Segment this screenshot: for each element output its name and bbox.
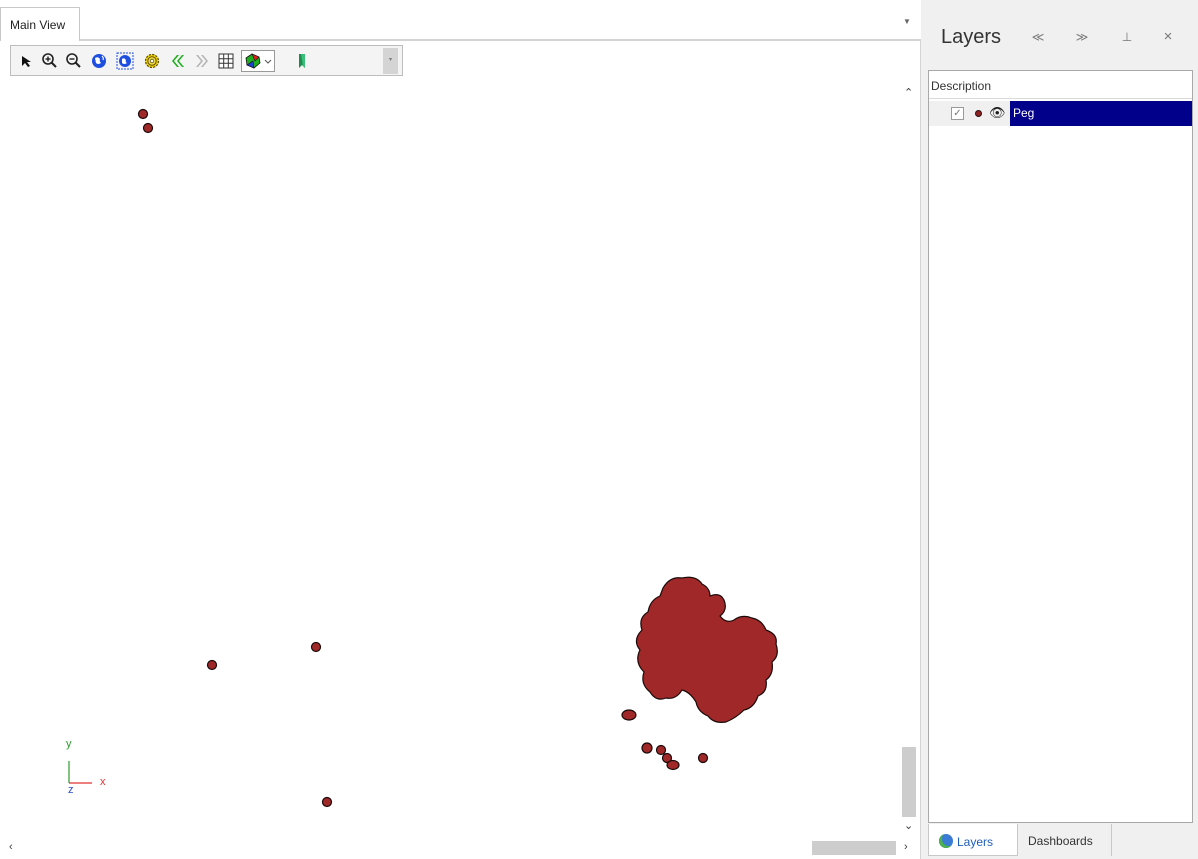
layer-row-controls: ✓ 👁: [929, 101, 1010, 126]
map-point: [697, 752, 709, 764]
map-point: [142, 122, 154, 134]
tab-layers-label: Layers: [957, 835, 994, 849]
palette-dropdown-icon[interactable]: [241, 50, 275, 72]
vertical-scroll-thumb[interactable]: [902, 747, 916, 817]
document-tab-strip: Main View ▼: [0, 0, 921, 41]
map-point: [655, 744, 667, 756]
tab-layers[interactable]: Layers: [928, 824, 1018, 856]
tab-main-view[interactable]: Main View: [0, 7, 80, 41]
axis-x-label: x: [100, 776, 106, 788]
column-header-description[interactable]: Description: [929, 71, 1192, 99]
map-point: [641, 742, 653, 754]
map-point: [666, 759, 680, 771]
map-point: [310, 641, 322, 653]
map-polygon-cluster: [635, 576, 778, 723]
panel-bottom-tabs: Layers Dashboards: [928, 824, 1193, 859]
globe-icon[interactable]: [88, 50, 110, 72]
horizontal-scrollbar[interactable]: ‹ ›: [0, 837, 920, 859]
axis-z-label: z: [68, 784, 74, 796]
layer-name[interactable]: Peg: [1010, 101, 1192, 126]
scroll-up-button[interactable]: ⌃: [904, 86, 913, 99]
zoom-in-icon[interactable]: [39, 50, 61, 72]
zoom-out-icon[interactable]: [63, 50, 85, 72]
map-point: [137, 108, 149, 120]
map-point: [206, 659, 218, 671]
select-arrow-icon[interactable]: [15, 50, 37, 72]
layer-visibility-checkbox[interactable]: ✓: [951, 107, 964, 120]
globe-extent-icon[interactable]: [114, 50, 136, 72]
tab-dashboards[interactable]: Dashboards: [1018, 824, 1112, 856]
panel-title: Layers: [941, 26, 1002, 48]
tab-list-dropdown-icon[interactable]: ▼: [903, 17, 913, 27]
main-view-document: Main View ▼ ▾ y x z ⌃ ⌄ ‹ ›: [0, 0, 921, 859]
close-icon[interactable]: ×: [1159, 28, 1177, 46]
marker-icon[interactable]: [291, 50, 313, 72]
collapse-left-icon[interactable]: ≪: [1029, 30, 1047, 48]
map-canvas[interactable]: y x z: [10, 78, 898, 835]
globe-icon: [939, 834, 953, 848]
app-window: Main View ▼ ▾ y x z ⌃ ⌄ ‹ › Layers ≪ ≫ ⊥…: [0, 0, 1198, 859]
expand-right-icon[interactable]: ≫: [1073, 30, 1091, 48]
map-svg: [68, 108, 778, 808]
axes-indicator: [68, 761, 92, 784]
layer-list: Description ✓ 👁 Peg: [928, 70, 1193, 823]
grid-icon[interactable]: [215, 50, 237, 72]
scroll-left-button[interactable]: ‹: [9, 841, 13, 853]
layer-symbol-icon: [975, 110, 982, 117]
vertical-scrollbar[interactable]: ⌃ ⌄: [898, 78, 920, 837]
map-point: [621, 709, 637, 721]
map-point: [321, 796, 333, 808]
scroll-right-button[interactable]: ›: [904, 841, 908, 853]
layer-row-peg[interactable]: ✓ 👁 Peg: [929, 101, 1192, 126]
axis-y-label: y: [66, 738, 72, 750]
gear-icon[interactable]: [141, 50, 163, 72]
eye-icon[interactable]: 👁: [989, 105, 1006, 121]
toolbar-overflow-button[interactable]: ▾: [383, 48, 398, 74]
layers-panel: Layers ≪ ≫ ⊥ × Description ✓ 👁 Peg Layer…: [921, 0, 1198, 859]
scroll-down-button[interactable]: ⌄: [904, 819, 913, 832]
back-icon[interactable]: [166, 50, 188, 72]
forward-icon[interactable]: [190, 50, 212, 72]
pin-icon[interactable]: ⊥: [1118, 30, 1136, 48]
horizontal-scroll-thumb[interactable]: [812, 841, 896, 855]
map-toolbar: ▾: [10, 45, 403, 76]
